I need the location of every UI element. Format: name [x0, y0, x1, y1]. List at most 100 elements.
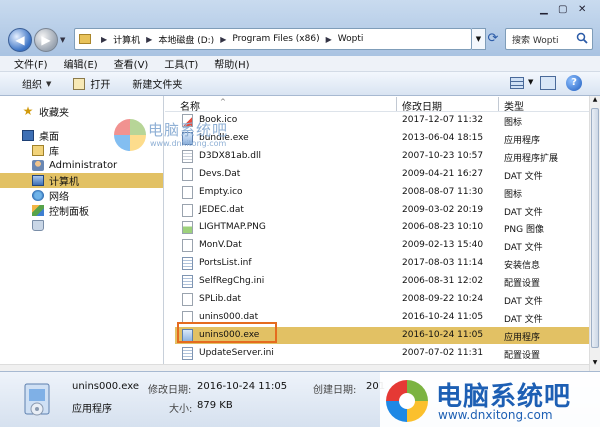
- file-date: 2009-04-21 16:27: [402, 168, 484, 179]
- inf-file-icon: [182, 257, 193, 271]
- file-type: 图标: [504, 118, 523, 128]
- open-icon: [73, 77, 86, 90]
- column-date[interactable]: 修改日期: [402, 98, 442, 113]
- dat-file-icon: [182, 239, 193, 253]
- desktop-icon: [22, 130, 34, 141]
- file-row[interactable]: LIGHTMAP.PNG 2006-08-23 10:10 PNG 图像: [175, 219, 589, 236]
- file-type: 应用程序: [504, 135, 541, 146]
- file-name: Devs.Dat: [199, 168, 241, 179]
- library-icon: [32, 145, 44, 156]
- open-button[interactable]: 打开: [73, 76, 110, 91]
- file-type: DAT 文件: [504, 243, 543, 254]
- scroll-down-icon[interactable]: ▼: [590, 359, 600, 371]
- chevron-right-icon[interactable]: ▶: [326, 35, 332, 44]
- organize-label: 组织: [22, 80, 42, 91]
- search-icon[interactable]: [576, 32, 588, 44]
- chevron-down-icon[interactable]: ▼: [528, 78, 533, 86]
- blank-file-icon: [182, 185, 193, 199]
- new-folder-button[interactable]: 新建文件夹: [132, 76, 182, 91]
- preview-pane-icon[interactable]: [540, 76, 556, 90]
- address-bar[interactable]: ▶ 计算机 ▶ 本地磁盘 (D:) ▶ Program Files (x86) …: [74, 28, 472, 50]
- column-type[interactable]: 类型: [504, 98, 524, 113]
- new-folder-label: 新建文件夹: [132, 80, 183, 91]
- horizontal-scrollbar[interactable]: [0, 364, 589, 371]
- file-name: SelfRegChg.ini: [199, 276, 265, 287]
- file-type: 应用程序扩展: [504, 153, 559, 164]
- recycle-bin-icon: [32, 220, 44, 231]
- view-options-icon[interactable]: [510, 77, 524, 89]
- sidebar-item-computer[interactable]: 计算机: [0, 173, 163, 188]
- forward-button[interactable]: ▶: [34, 28, 58, 52]
- chevron-right-icon[interactable]: ▶: [146, 35, 152, 44]
- column-name[interactable]: 名称: [180, 98, 200, 113]
- menu-file[interactable]: 文件(F): [14, 56, 48, 71]
- maximize-button[interactable]: ▢: [558, 4, 567, 15]
- chevron-down-icon: ▼: [46, 79, 52, 88]
- column-divider[interactable]: [396, 97, 397, 111]
- sidebar-item-control-panel[interactable]: 控制面板: [0, 203, 163, 218]
- file-date: 2006-08-31 12:02: [402, 276, 484, 287]
- file-name: D3DX81ab.dll: [199, 150, 262, 161]
- breadcrumb-program-files[interactable]: Program Files (x86): [232, 34, 319, 44]
- sidebar-item-label: 计算机: [49, 177, 79, 188]
- file-name: MonV.Dat: [199, 240, 242, 251]
- column-divider[interactable]: [498, 97, 499, 111]
- file-row[interactable]: Devs.Dat 2009-04-21 16:27 DAT 文件: [175, 166, 589, 183]
- file-row[interactable]: MonV.Dat 2009-02-13 15:40 DAT 文件: [175, 237, 589, 254]
- recent-pages-dropdown[interactable]: ▼: [60, 36, 65, 44]
- watermark-brand-url: www.dnxitong.com: [438, 408, 553, 422]
- sidebar-item-administrator[interactable]: Administrator: [0, 158, 163, 173]
- back-button[interactable]: ◀: [8, 28, 32, 52]
- watermark-brand-logo-icon: [386, 380, 428, 422]
- file-row[interactable]: UpdateServer.ini 2007-07-02 11:31 配置设置: [175, 345, 589, 362]
- detail-modified-label: 修改日期:: [148, 385, 192, 396]
- menu-help[interactable]: 帮助(H): [214, 56, 249, 71]
- dll-file-icon: [182, 149, 193, 163]
- sidebar-item-favorites[interactable]: ★ 收藏夹: [0, 104, 163, 119]
- sidebar-item-network[interactable]: 网络: [0, 188, 163, 203]
- file-name: LIGHTMAP.PNG: [199, 222, 266, 233]
- organize-button[interactable]: 组织 ▼: [22, 76, 52, 92]
- file-row[interactable]: JEDEC.dat 2009-03-02 20:19 DAT 文件: [175, 202, 589, 219]
- file-row[interactable]: SPLib.dat 2008-09-22 10:24 DAT 文件: [175, 291, 589, 308]
- file-date: 2013-06-04 18:15: [402, 132, 484, 143]
- file-row[interactable]: SelfRegChg.ini 2006-08-31 12:02 配置设置: [175, 273, 589, 290]
- search-input[interactable]: 搜索 Wopti: [505, 28, 593, 50]
- sidebar-item-recycle-bin[interactable]: [0, 218, 163, 233]
- file-row[interactable]: D3DX81ab.dll 2007-10-23 10:57 应用程序扩展: [175, 148, 589, 165]
- detail-created-label: 创建日期:: [313, 385, 357, 396]
- breadcrumb-wopti[interactable]: Wopti: [338, 34, 364, 44]
- scroll-up-icon[interactable]: ▲: [590, 96, 600, 108]
- ini-file-icon: [182, 346, 193, 360]
- file-name: PortsList.inf: [199, 258, 252, 269]
- chevron-right-icon[interactable]: ▶: [220, 35, 226, 44]
- menu-tools[interactable]: 工具(T): [164, 56, 198, 71]
- help-icon[interactable]: ?: [566, 75, 582, 91]
- file-date: 2016-10-24 11:05: [402, 329, 484, 340]
- detail-size-value: 879 KB: [197, 400, 233, 411]
- file-type: PNG 图像: [504, 225, 544, 236]
- file-name: unins000.dat: [199, 311, 259, 322]
- file-row[interactable]: Book.ico 2017-12-07 11:32 图标: [175, 112, 589, 129]
- chevron-right-icon[interactable]: ▶: [101, 35, 107, 44]
- breadcrumb-computer[interactable]: 计算机: [113, 33, 140, 46]
- close-button[interactable]: ✕: [578, 4, 586, 15]
- file-date: 2017-08-03 11:14: [402, 258, 484, 269]
- menu-view[interactable]: 查看(V): [114, 56, 149, 71]
- dat-file-icon: [182, 167, 193, 181]
- file-row[interactable]: PortsList.inf 2017-08-03 11:14 安装信息: [175, 255, 589, 272]
- breadcrumb-local-disk[interactable]: 本地磁盘 (D:): [158, 33, 214, 46]
- refresh-button[interactable]: ⟳: [484, 30, 502, 48]
- scroll-thumb[interactable]: [591, 108, 599, 348]
- vertical-scrollbar[interactable]: ▲ ▼: [589, 96, 600, 371]
- arrow-right-icon: ▶: [41, 33, 51, 47]
- sidebar-item-label: 桌面: [39, 132, 59, 143]
- search-placeholder: 搜索 Wopti: [512, 35, 559, 46]
- control-panel-icon: [32, 205, 44, 216]
- file-type: DAT 文件: [504, 314, 543, 325]
- menu-edit[interactable]: 编辑(E): [64, 56, 98, 71]
- file-row[interactable]: Empty.ico 2008-08-07 11:30 图标: [175, 184, 589, 201]
- file-row[interactable]: bundle.exe 2013-06-04 18:15 应用程序: [175, 130, 589, 147]
- minimize-button[interactable]: ▁: [540, 4, 548, 15]
- dat-file-icon: [182, 293, 193, 306]
